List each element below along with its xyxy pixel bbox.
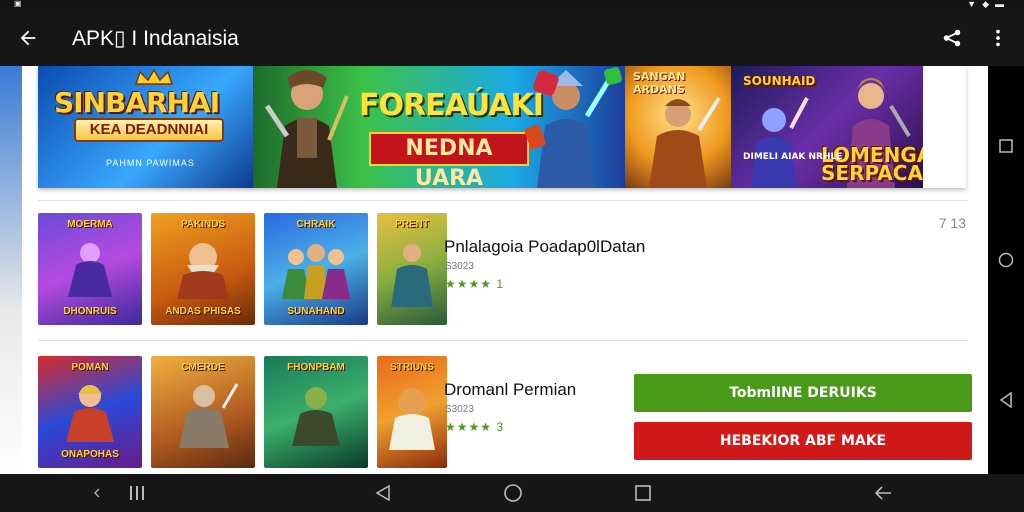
ranger-figure-icon [391,244,433,307]
banner-1-title: SINBARHAI [54,86,220,119]
back-button-nav[interactable] [372,483,394,503]
side-nav-bar [988,66,1024,474]
back-nav-button[interactable] [998,392,1014,408]
armored-figure-icon [751,97,809,188]
app-name[interactable]: Pnlalagoia Poadap0lDatan [444,237,645,257]
notification-icon: ▣ [14,0,22,8]
status-bar: ▣ ▼◆▬ [0,0,1024,10]
more-options-button[interactable] [980,20,1016,56]
banner-4-caption: DIMELI AIAK NRHLE [743,152,843,162]
screenshot-thumbnail[interactable]: POMAN ONAPOHAS [38,356,142,468]
crown-icon [134,68,174,85]
app-bar: APK▯ I Indanaisia [0,10,1024,66]
recents-button[interactable] [126,483,148,503]
app-list-item[interactable]: MOERMA DHONRUIS PAKINDS ANDAS PHISAS CHR… [38,213,968,325]
back-triangle-icon [375,484,390,502]
home-button-nav[interactable] [502,483,524,503]
arrow-left-icon [874,486,891,500]
drawer-edge [0,66,22,474]
triangle-back-icon [999,392,1012,408]
goblin-figure-icon [292,387,340,446]
thumbnail-title: CHRAIK [296,219,336,230]
app-subtitle: S3023 [445,261,474,272]
banner-2-title: FOREAÚAKI [359,88,544,123]
thumbnail-title: PRENT [395,219,429,230]
wizard-figure-icon [68,243,112,297]
app-title: APK▯ I Indanaisia [72,26,239,50]
banner-panel-4[interactable]: SOUNHAID LOMENGAS SERPACAE DIMELI AIAK N… [731,66,923,188]
overview-button-nav[interactable] [632,483,654,503]
rating-stars: ★★★★ 1 [445,277,505,291]
thumbnail-title: POMAN [71,362,109,373]
screenshot-thumbnail[interactable]: FHONPBAM [264,356,368,468]
warrior-figure-icon [264,70,349,188]
screenshot-thumbnail[interactable]: MOERMA DHONRUIS [38,213,142,325]
banner-2-subtitle: NEDNA UARA [369,132,529,188]
rating-stars: ★★★★ 3 [445,420,505,434]
dwarf-figure-icon [177,243,229,299]
thumbnail-title: PAKINDS [180,219,226,230]
screenshot-thumbnail[interactable]: CMERDE [151,356,255,468]
app-name[interactable]: Dromanl Permian [444,380,576,400]
main-content: SINBARHAI KEA DEADNNIAI PAHMN PAWIMAS FO… [0,66,988,474]
recents-lines-icon [130,486,144,500]
beast-figure-icon [389,388,435,450]
thumbnail-caption: ONAPOHAS [61,449,119,460]
banner-1-subtitle: KEA DEADNNIAI [74,118,224,142]
row-count: 7 13 [938,215,966,231]
thumbnail-caption: SUNAHAND [287,306,345,317]
screenshot-thumbnail[interactable]: PRENT [377,213,447,325]
hero-figure-icon [649,96,721,188]
arrow-left-button[interactable] [872,483,894,503]
divider [38,340,968,341]
secondary-action-button[interactable]: HEBEKIOR ABF MAKE [634,422,972,460]
arrow-back-icon [20,30,36,46]
screenshot-thumbnail[interactable]: STRIUNS [377,356,447,468]
banner-1-caption: PAHMN PAWIMAS [106,158,195,168]
warrior-woman-figure-icon [66,385,114,442]
banner-panel-2[interactable]: FOREAÚAKI NEDNA UARA [253,66,625,188]
primary-action-button[interactable]: TobmlINE DERUIKS [634,374,972,412]
square-icon [999,139,1013,153]
app-list-item[interactable]: POMAN ONAPOHAS CMERDE FHONPBAM STRIUNS D… [38,356,972,468]
party-figures-icon [282,244,350,299]
share-button[interactable] [934,20,970,56]
chevron-button[interactable] [86,483,108,503]
chevron-left-icon [93,488,100,498]
overview-square-icon [635,485,651,501]
screenshot-thumbnail[interactable]: CHRAIK SUNAHAND [264,213,368,325]
bottom-nav-bar [0,474,1024,512]
home-button[interactable] [998,252,1014,268]
thumbnail-title: MOERMA [67,219,113,230]
thumbnail-caption: ANDAS PHISAS [165,306,241,317]
status-icons: ▼◆▬ [967,0,1010,9]
more-vert-icon [996,29,1000,47]
overview-button[interactable] [998,138,1014,154]
screenshot-strip: MOERMA DHONRUIS PAKINDS ANDAS PHISAS CHR… [38,213,447,325]
screenshot-thumbnail[interactable]: PAKINDS ANDAS PHISAS [151,213,255,325]
share-icon [943,29,961,47]
back-button[interactable] [0,10,56,66]
screenshot-strip: POMAN ONAPOHAS CMERDE FHONPBAM STRIUNS [38,356,447,468]
gem-green [603,66,623,86]
thumbnail-title: FHONPBAM [287,362,345,373]
thumbnail-title: CMERDE [181,362,225,373]
thumbnail-title: STRIUNS [390,362,434,373]
circle-icon [998,252,1014,268]
banner-panel-1[interactable]: SINBARHAI KEA DEADNNIAI PAHMN PAWIMAS [38,66,253,188]
knight-figure-icon [179,383,239,448]
thumbnail-caption: DHONRUIS [63,306,117,317]
home-circle-icon [504,484,522,502]
banner-4-title: SOUNHAID [743,74,816,88]
banner-panel-3[interactable]: SANGAN ARDANS [625,66,731,188]
featured-banner[interactable]: SINBARHAI KEA DEADNNIAI PAHMN PAWIMAS FO… [38,66,966,188]
divider [38,200,968,201]
app-subtitle: S3023 [445,404,474,415]
